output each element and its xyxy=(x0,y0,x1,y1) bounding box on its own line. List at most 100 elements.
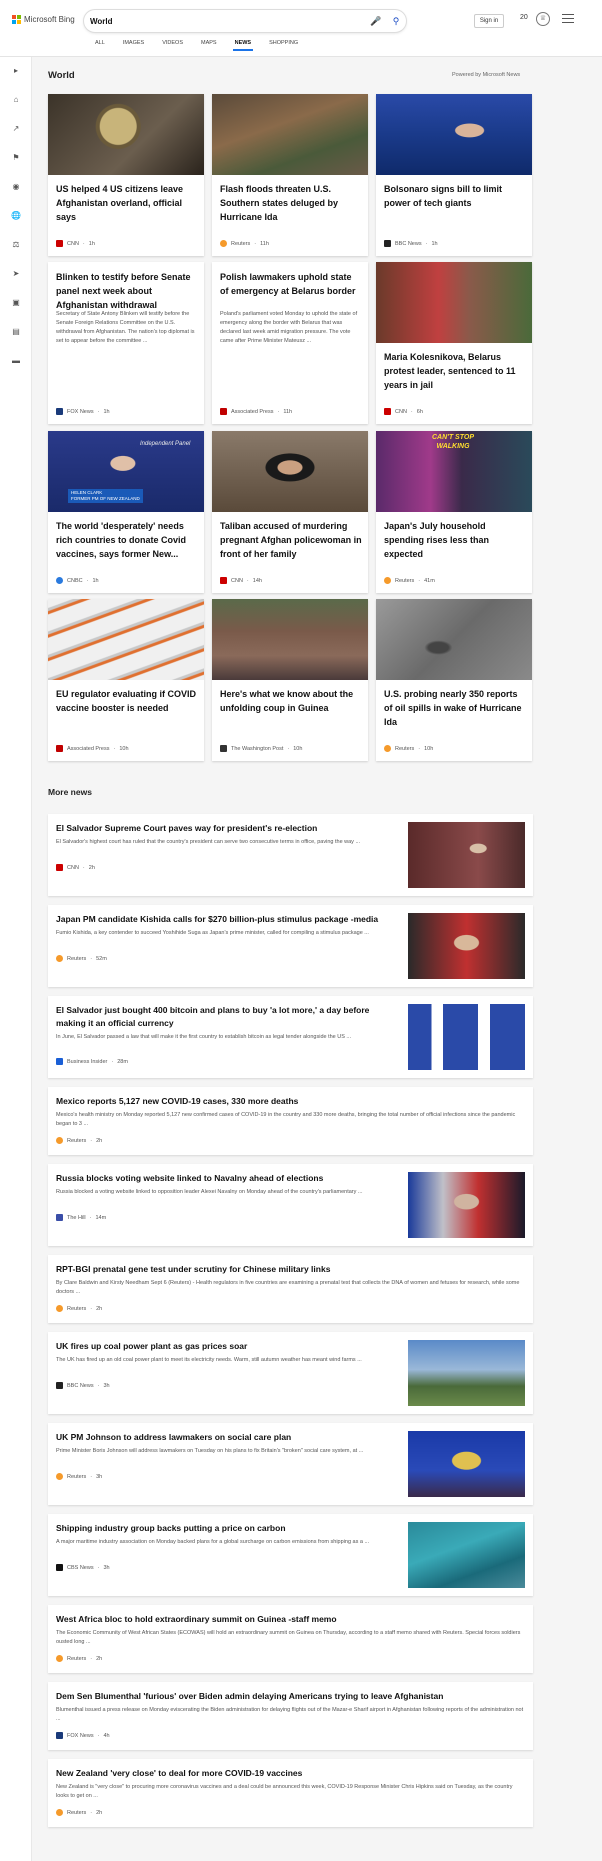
source-favicon-icon xyxy=(56,1655,63,1662)
rewards-trophy-icon[interactable]: ♕ xyxy=(536,12,550,26)
item-thumbnail xyxy=(408,822,525,888)
tab-images[interactable]: IMAGES xyxy=(114,40,153,51)
microphone-icon[interactable]: 🎤 xyxy=(370,15,382,27)
source-favicon-icon xyxy=(56,1058,63,1065)
tab-news[interactable]: NEWS xyxy=(226,40,261,51)
card-source: CNN · 14h xyxy=(220,577,262,584)
home-icon[interactable]: ⌂ xyxy=(10,94,22,106)
entertainment-icon[interactable]: ▣ xyxy=(10,297,22,309)
rewards-count[interactable]: 20 xyxy=(520,14,528,21)
item-thumbnail xyxy=(408,1004,525,1070)
more-news-item[interactable]: UK PM Johnson to address lawmakers on so… xyxy=(48,1423,533,1505)
sign-in-button[interactable]: Sign in xyxy=(474,14,504,28)
card-title[interactable]: Maria Kolesnikova, Belarus protest leade… xyxy=(384,350,526,392)
card-title[interactable]: Polish lawmakers uphold state of emergen… xyxy=(220,270,362,298)
us-flag-icon[interactable]: ⚑ xyxy=(10,152,22,164)
card-image xyxy=(48,94,204,175)
trending-icon[interactable]: ↗ xyxy=(10,123,22,135)
more-news-item[interactable]: Shipping industry group backs putting a … xyxy=(48,1514,533,1596)
source-favicon-icon xyxy=(384,745,391,752)
more-news-item[interactable]: Russia blocks voting website linked to N… xyxy=(48,1164,533,1246)
tab-shopping[interactable]: SHOPPING xyxy=(260,40,307,51)
item-summary: In June, El Salvador passed a law that w… xyxy=(56,1034,352,1040)
card-image xyxy=(376,262,532,343)
search-input[interactable] xyxy=(90,14,350,28)
item-title[interactable]: El Salvador just bought 400 bitcoin and … xyxy=(56,1004,396,1030)
card-title[interactable]: Blinken to testify before Senate panel n… xyxy=(56,270,198,312)
more-news-item[interactable]: RPT-BGI prenatal gene test under scrutin… xyxy=(48,1255,533,1323)
news-card[interactable]: Bolsonaro signs bill to limit power of t… xyxy=(376,94,532,256)
news-card[interactable]: EU regulator evaluating if COVID vaccine… xyxy=(48,599,204,761)
item-title[interactable]: West Africa bloc to hold extraordinary s… xyxy=(56,1613,524,1626)
more-news-item[interactable]: Mexico reports 5,127 new COVID-19 cases,… xyxy=(48,1087,533,1155)
item-thumbnail xyxy=(408,1340,525,1406)
item-title[interactable]: UK PM Johnson to address lawmakers on so… xyxy=(56,1431,396,1444)
news-card[interactable]: Polish lawmakers uphold state of emergen… xyxy=(212,262,368,424)
item-summary: Blumenthal issued a press release on Mon… xyxy=(56,1707,524,1722)
item-title[interactable]: RPT-BGI prenatal gene test under scrutin… xyxy=(56,1263,524,1276)
location-pin-icon[interactable]: ◉ xyxy=(10,181,22,193)
news-card[interactable]: Here's what we know about the unfolding … xyxy=(212,599,368,761)
politics-icon[interactable]: ⚖ xyxy=(10,239,22,251)
bing-logo[interactable]: Microsoft Bing xyxy=(12,15,75,24)
source-favicon-icon xyxy=(56,577,63,584)
card-title[interactable]: Japan's July household spending rises le… xyxy=(384,519,526,561)
more-news-item[interactable]: West Africa bloc to hold extraordinary s… xyxy=(48,1605,533,1673)
item-thumbnail xyxy=(408,1522,525,1588)
tab-all[interactable]: ALL xyxy=(86,40,114,51)
item-title[interactable]: El Salvador Supreme Court paves way for … xyxy=(56,822,396,835)
expand-sidebar-icon[interactable]: ▸ xyxy=(10,65,22,77)
card-source: CNN · 6h xyxy=(384,408,423,415)
search-box[interactable]: 🎤 ⚲ xyxy=(84,10,406,32)
source-favicon-icon xyxy=(56,1732,63,1739)
rocket-icon[interactable]: ➤ xyxy=(10,268,22,280)
source-favicon-icon xyxy=(220,577,227,584)
item-thumbnail xyxy=(408,1172,525,1238)
item-title[interactable]: UK fires up coal power plant as gas pric… xyxy=(56,1340,396,1353)
card-title[interactable]: Taliban accused of murdering pregnant Af… xyxy=(220,519,362,561)
more-news-item[interactable]: Dem Sen Blumenthal 'furious' over Biden … xyxy=(48,1682,533,1750)
card-image: Independent Panel HELEN CLARK FORMER PM O… xyxy=(48,431,204,512)
news-card[interactable]: Taliban accused of murdering pregnant Af… xyxy=(212,431,368,593)
card-source: Associated Press · 10h xyxy=(56,745,129,752)
search-scope-tabs: ALL IMAGES VIDEOS MAPS NEWS SHOPPING xyxy=(86,40,307,51)
news-card[interactable]: U.S. probing nearly 350 reports of oil s… xyxy=(376,599,532,761)
card-title[interactable]: EU regulator evaluating if COVID vaccine… xyxy=(56,687,198,715)
item-source: The Hill · 14m xyxy=(56,1214,106,1221)
card-title[interactable]: Bolsonaro signs bill to limit power of t… xyxy=(384,182,526,210)
item-title[interactable]: Japan PM candidate Kishida calls for $27… xyxy=(56,913,396,926)
news-card[interactable]: CAN'T STOP WALKING Japan's July househol… xyxy=(376,431,532,593)
item-title[interactable]: Russia blocks voting website linked to N… xyxy=(56,1172,396,1185)
card-title[interactable]: U.S. probing nearly 350 reports of oil s… xyxy=(384,687,526,729)
item-title[interactable]: Dem Sen Blumenthal 'furious' over Biden … xyxy=(56,1690,524,1703)
tab-videos[interactable]: VIDEOS xyxy=(153,40,192,51)
item-title[interactable]: Shipping industry group backs putting a … xyxy=(56,1522,396,1535)
tab-maps[interactable]: MAPS xyxy=(192,40,226,51)
news-card[interactable]: Flash floods threaten U.S. Southern stat… xyxy=(212,94,368,256)
card-title[interactable]: The world 'desperately' needs rich count… xyxy=(56,519,198,561)
news-card[interactable]: US helped 4 US citizens leave Afghanista… xyxy=(48,94,204,256)
card-source: BBC News · 1h xyxy=(384,240,438,247)
more-news-item[interactable]: New Zealand 'very close' to deal for mor… xyxy=(48,1759,533,1827)
card-title[interactable]: Here's what we know about the unfolding … xyxy=(220,687,362,715)
business-icon[interactable]: ▤ xyxy=(10,326,22,338)
search-icon[interactable]: ⚲ xyxy=(388,13,404,29)
item-summary: New Zealand is "very close" to procuring… xyxy=(56,1784,513,1799)
more-news-item[interactable]: El Salvador just bought 400 bitcoin and … xyxy=(48,996,533,1078)
item-title[interactable]: New Zealand 'very close' to deal for mor… xyxy=(56,1767,524,1780)
news-card[interactable]: Blinken to testify before Senate panel n… xyxy=(48,262,204,424)
item-source: Reuters · 3h xyxy=(56,1473,102,1480)
card-summary: Secretary of State Antony Blinken will t… xyxy=(56,311,195,344)
card-title[interactable]: Flash floods threaten U.S. Southern stat… xyxy=(220,182,362,224)
money-icon[interactable]: ▬ xyxy=(10,355,22,367)
more-news-item[interactable]: Japan PM candidate Kishida calls for $27… xyxy=(48,905,533,987)
card-title[interactable]: US helped 4 US citizens leave Afghanista… xyxy=(56,182,198,224)
news-card[interactable]: Independent Panel HELEN CLARK FORMER PM O… xyxy=(48,431,204,593)
globe-icon[interactable]: 🌐 xyxy=(10,210,22,222)
more-news-item[interactable]: El Salvador Supreme Court paves way for … xyxy=(48,814,533,896)
more-news-item[interactable]: UK fires up coal power plant as gas pric… xyxy=(48,1332,533,1414)
menu-icon[interactable] xyxy=(562,14,574,24)
news-card[interactable]: Maria Kolesnikova, Belarus protest leade… xyxy=(376,262,532,424)
item-source: Reuters · 52m xyxy=(56,955,107,962)
item-title[interactable]: Mexico reports 5,127 new COVID-19 cases,… xyxy=(56,1095,524,1108)
